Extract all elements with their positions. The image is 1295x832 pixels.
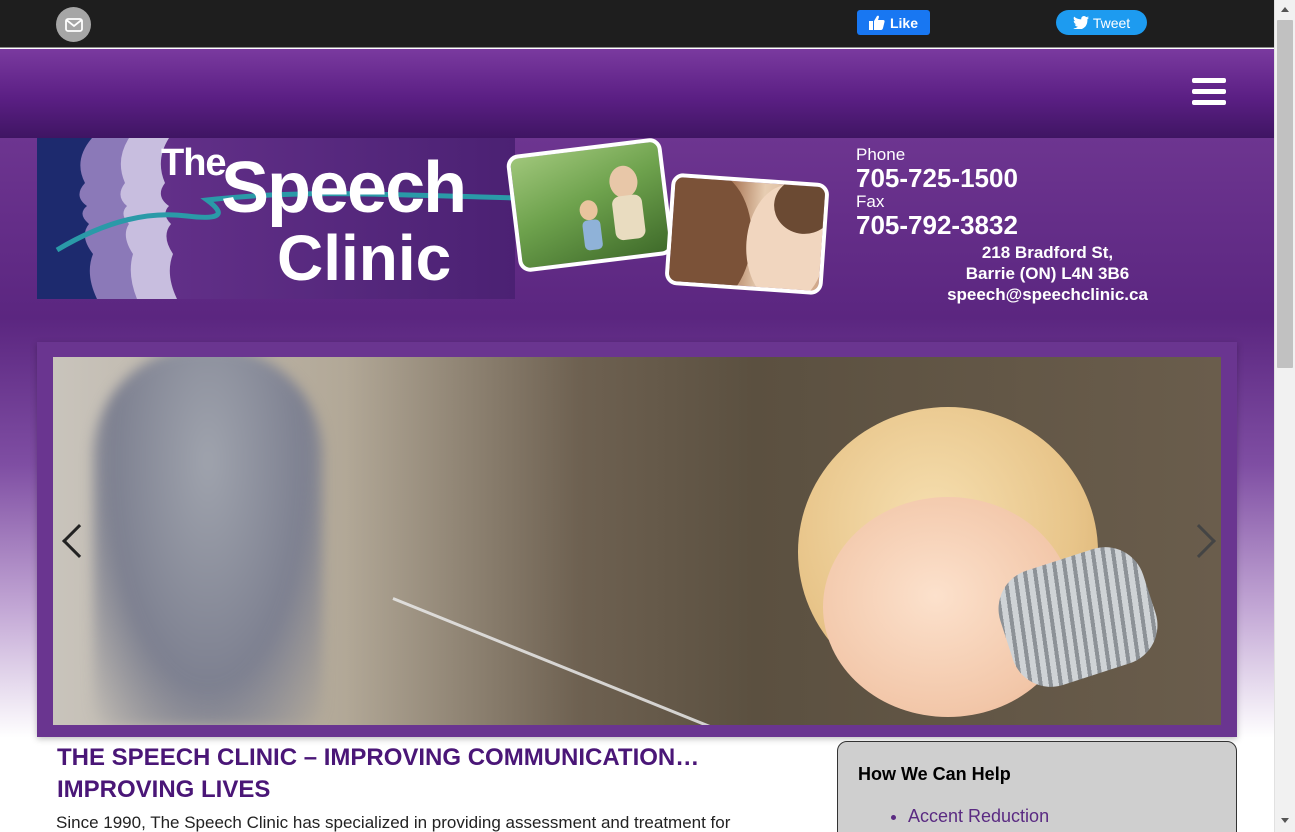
list-item: Accent Reduction [908, 805, 1216, 827]
address-line2: Barrie (ON) L4N 3B6 [965, 264, 1130, 283]
contact-info: Phone 705-725-1500 Fax 705-792-3832 [856, 145, 1018, 239]
scroll-thumb[interactable] [1277, 20, 1293, 368]
fax-label: Fax [856, 192, 885, 211]
hamburger-icon[interactable] [1192, 78, 1226, 106]
email-link[interactable]: speech@speechclinic.ca [930, 284, 1165, 305]
navigation-bar [0, 49, 1274, 138]
twitter-bird-icon [1072, 16, 1089, 29]
help-link-accent-reduction[interactable]: Accent Reduction [908, 806, 1049, 826]
page-scrollbar[interactable] [1274, 0, 1295, 832]
facebook-like-button[interactable]: Like [857, 10, 930, 35]
header-photo-grandfather-child [505, 136, 675, 274]
address-line1: 218 Bradford St, [981, 243, 1114, 262]
tweet-label: Tweet [1092, 14, 1131, 31]
chevron-left-icon[interactable] [62, 524, 96, 558]
fax-number: 705-792-3832 [856, 210, 1018, 240]
how-we-can-help-panel: How We Can Help Accent Reduction [837, 741, 1237, 832]
scroll-down-arrow-icon[interactable] [1281, 818, 1289, 823]
slide-image [53, 357, 1221, 725]
logo-text-the: The [161, 142, 227, 184]
scroll-up-arrow-icon[interactable] [1281, 7, 1289, 12]
site-header: The Speech Clinic Phone 705-725-1500 Fax… [0, 136, 1274, 318]
header-photo-whisper [664, 172, 830, 296]
logo-text-speech: Speech [221, 148, 467, 228]
chevron-right-icon[interactable] [1182, 524, 1216, 558]
phone-label: Phone [856, 145, 906, 164]
envelope-icon [64, 17, 83, 32]
clinic-logo[interactable]: The Speech Clinic [37, 138, 515, 299]
phone-number[interactable]: 705-725-1500 [856, 164, 1018, 192]
help-list: Accent Reduction [858, 805, 1216, 827]
logo-text-clinic: Clinic [277, 222, 452, 294]
intro-text: Since 1990, The Speech Clinic has specia… [56, 813, 731, 832]
page-title: THE SPEECH CLINIC – IMPROVING COMMUNICAT… [57, 744, 700, 803]
email-button[interactable] [56, 7, 91, 42]
social-topbar: Like Tweet [0, 0, 1274, 48]
like-label: Like [889, 14, 918, 31]
help-title: How We Can Help [858, 764, 1011, 784]
tweet-button[interactable]: Tweet [1056, 10, 1147, 35]
image-slider [37, 342, 1237, 737]
thumbs-up-icon [868, 15, 885, 30]
clinic-address: 218 Bradford St, Barrie (ON) L4N 3B6 spe… [930, 242, 1165, 305]
